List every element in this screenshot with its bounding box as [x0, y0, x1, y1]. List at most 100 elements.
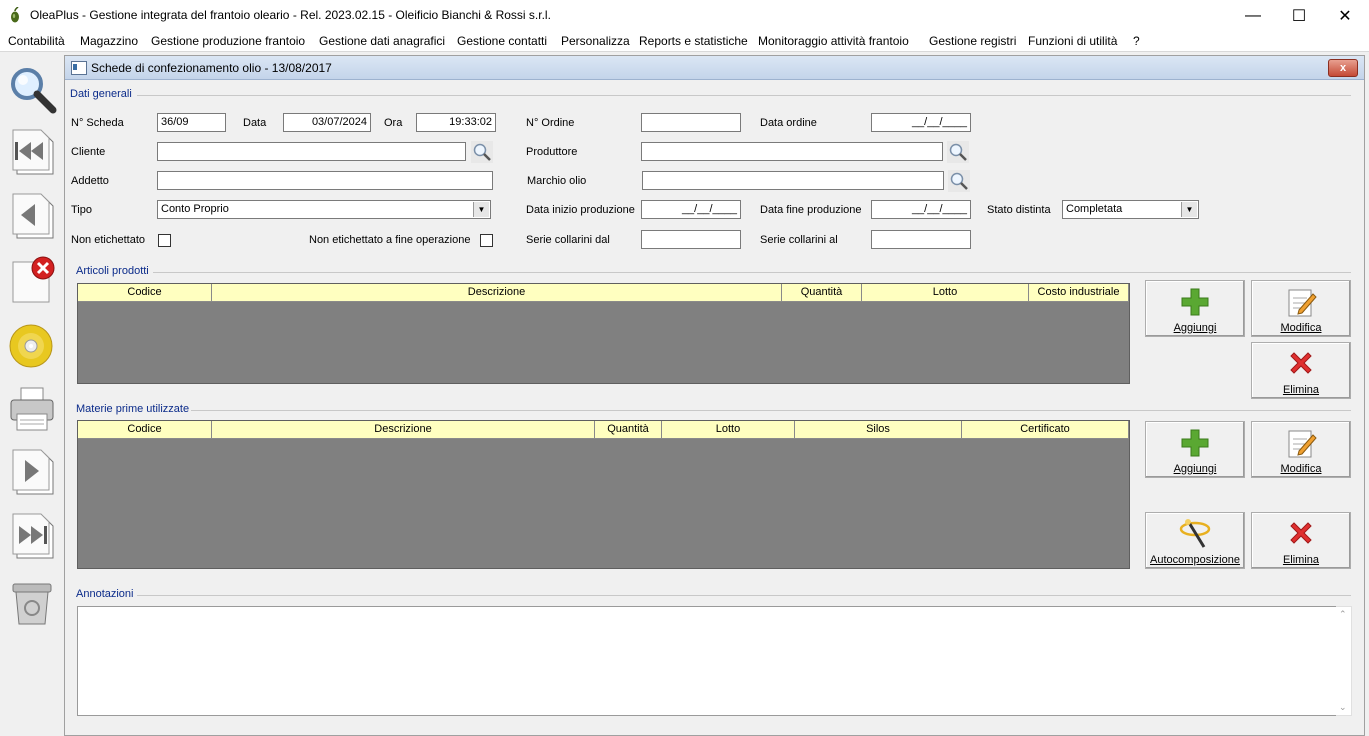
data-label: Data — [243, 117, 267, 129]
edit-note-icon — [1288, 289, 1317, 317]
delete-record-icon[interactable] — [7, 256, 57, 308]
marchio-field[interactable] — [642, 171, 944, 190]
materie-grid[interactable]: Codice Descrizione Quantità Lotto Silos … — [77, 420, 1130, 569]
scroll-down-icon[interactable]: ⌄ — [1339, 702, 1347, 713]
serie-al-field[interactable] — [871, 230, 971, 249]
child-close-button[interactable]: x — [1328, 59, 1358, 77]
materie-delete-label: Elimina — [1282, 554, 1320, 566]
divider — [137, 95, 1351, 96]
produttore-search-icon[interactable] — [947, 141, 969, 163]
next-record-icon[interactable] — [7, 448, 57, 500]
chevron-down-icon[interactable]: ▼ — [473, 202, 489, 217]
menu-contabilita[interactable]: Contabilità — [8, 34, 65, 48]
non-etich-fine-checkbox[interactable] — [480, 234, 493, 247]
col-costo-industriale[interactable]: Costo industriale — [1029, 284, 1129, 301]
cliente-field[interactable] — [157, 142, 466, 161]
addetto-label: Addetto — [71, 175, 109, 187]
col-codice[interactable]: Codice — [78, 284, 212, 301]
plus-icon — [1181, 288, 1209, 316]
data-inizio-field[interactable]: __/__/____ — [641, 200, 741, 219]
save-disc-icon[interactable] — [7, 320, 57, 372]
menu-gestione-contatti[interactable]: Gestione contatti — [457, 34, 547, 48]
stato-select[interactable]: Completata ▼ — [1062, 200, 1199, 219]
menu-monitoraggio[interactable]: Monitoraggio attività frantoio — [758, 34, 909, 48]
cliente-search-icon[interactable] — [471, 141, 493, 163]
tipo-value: Conto Proprio — [161, 203, 229, 215]
produttore-field[interactable] — [641, 142, 943, 161]
data-fine-label: Data fine produzione — [760, 204, 862, 216]
scroll-up-icon[interactable]: ⌃ — [1339, 609, 1347, 620]
non-etichettato-checkbox[interactable] — [158, 234, 171, 247]
non-etich-fine-label: Non etichettato a fine operazione — [309, 234, 471, 246]
col-descrizione[interactable]: Descrizione — [212, 284, 782, 301]
menu-reports[interactable]: Reports e statistiche — [639, 34, 748, 48]
col-lotto[interactable]: Lotto — [662, 421, 795, 438]
serie-dal-field[interactable] — [641, 230, 741, 249]
cliente-label: Cliente — [71, 146, 106, 158]
data-ordine-field[interactable]: __/__/____ — [871, 113, 971, 132]
data-field[interactable]: 03/07/2024 — [283, 113, 371, 132]
articoli-add-button[interactable]: Aggiungi — [1145, 280, 1245, 337]
minimize-button[interactable]: — — [1230, 0, 1276, 31]
col-certificato[interactable]: Certificato — [962, 421, 1129, 438]
autocomposizione-label: Autocomposizione — [1150, 554, 1240, 566]
menu-personalizza[interactable]: Personalizza — [561, 34, 630, 48]
magic-wand-icon — [1179, 519, 1211, 548]
materie-add-button[interactable]: Aggiungi — [1145, 421, 1245, 478]
chevron-down-icon[interactable]: ▼ — [1181, 202, 1197, 217]
menu-funzioni-utilita[interactable]: Funzioni di utilità — [1028, 34, 1117, 48]
marchio-label: Marchio olio — [527, 175, 587, 187]
data-fine-field[interactable]: __/__/____ — [871, 200, 971, 219]
annotazioni-textarea[interactable] — [77, 606, 1337, 716]
delete-x-icon — [1290, 352, 1312, 374]
articoli-grid[interactable]: Codice Descrizione Quantità Lotto Costo … — [77, 283, 1130, 384]
col-codice[interactable]: Codice — [78, 421, 212, 438]
section-articoli-prodotti: Articoli prodotti — [76, 265, 149, 277]
materie-delete-button[interactable]: Elimina — [1251, 512, 1351, 569]
menu-gestione-produzione[interactable]: Gestione produzione frantoio — [151, 34, 305, 48]
print-icon[interactable] — [7, 384, 57, 436]
non-etichettato-label: Non etichettato — [71, 234, 145, 246]
ora-label: Ora — [384, 117, 403, 129]
recycle-bin-icon[interactable] — [7, 576, 57, 628]
materie-edit-label: Modifica — [1280, 463, 1322, 475]
col-descrizione[interactable]: Descrizione — [212, 421, 595, 438]
annotazioni-scrollbar[interactable]: ⌃ ⌄ — [1336, 606, 1352, 716]
n-ordine-field[interactable] — [641, 113, 741, 132]
menu-dati-anagrafici[interactable]: Gestione dati anagrafici — [319, 34, 445, 48]
delete-x-icon — [1290, 522, 1312, 544]
close-button[interactable]: ✕ — [1322, 0, 1368, 31]
section-materie-prime: Materie prime utilizzate — [76, 403, 190, 415]
materie-edit-button[interactable]: Modifica — [1251, 421, 1351, 478]
articoli-add-label: Aggiungi — [1173, 322, 1217, 334]
col-quantita[interactable]: Quantità — [595, 421, 662, 438]
maximize-button[interactable]: ☐ — [1276, 0, 1322, 31]
col-silos[interactable]: Silos — [795, 421, 962, 438]
n-ordine-label: N° Ordine — [526, 117, 575, 129]
menu-magazzino[interactable]: Magazzino — [80, 34, 138, 48]
menu-gestione-registri[interactable]: Gestione registri — [929, 34, 1016, 48]
tipo-label: Tipo — [71, 204, 92, 216]
serie-dal-label: Serie collarini dal — [526, 234, 610, 246]
menu-help[interactable]: ? — [1133, 34, 1140, 48]
produttore-label: Produttore — [526, 146, 578, 158]
tipo-select[interactable]: Conto Proprio ▼ — [157, 200, 491, 219]
n-scheda-field[interactable]: 36/09 — [157, 113, 226, 132]
menu-bar: Contabilità Magazzino Gestione produzion… — [0, 31, 1369, 52]
autocomposizione-button[interactable]: Autocomposizione — [1145, 512, 1245, 569]
last-record-icon[interactable] — [7, 512, 57, 564]
col-lotto[interactable]: Lotto — [862, 284, 1029, 301]
search-icon[interactable] — [7, 64, 57, 116]
first-record-icon[interactable] — [7, 128, 57, 180]
confezionamento-window: Schede di confezionamento olio - 13/08/2… — [64, 55, 1365, 736]
articoli-edit-button[interactable]: Modifica — [1251, 280, 1351, 337]
ora-field[interactable]: 19:33:02 — [416, 113, 496, 132]
articoli-delete-button[interactable]: Elimina — [1251, 342, 1351, 399]
col-quantita[interactable]: Quantità — [782, 284, 862, 301]
data-ordine-label: Data ordine — [760, 117, 817, 129]
stato-value: Completata — [1066, 203, 1123, 215]
marchio-search-icon[interactable] — [948, 170, 970, 192]
plus-icon — [1181, 429, 1209, 457]
previous-record-icon[interactable] — [7, 192, 57, 244]
addetto-field[interactable] — [157, 171, 493, 190]
